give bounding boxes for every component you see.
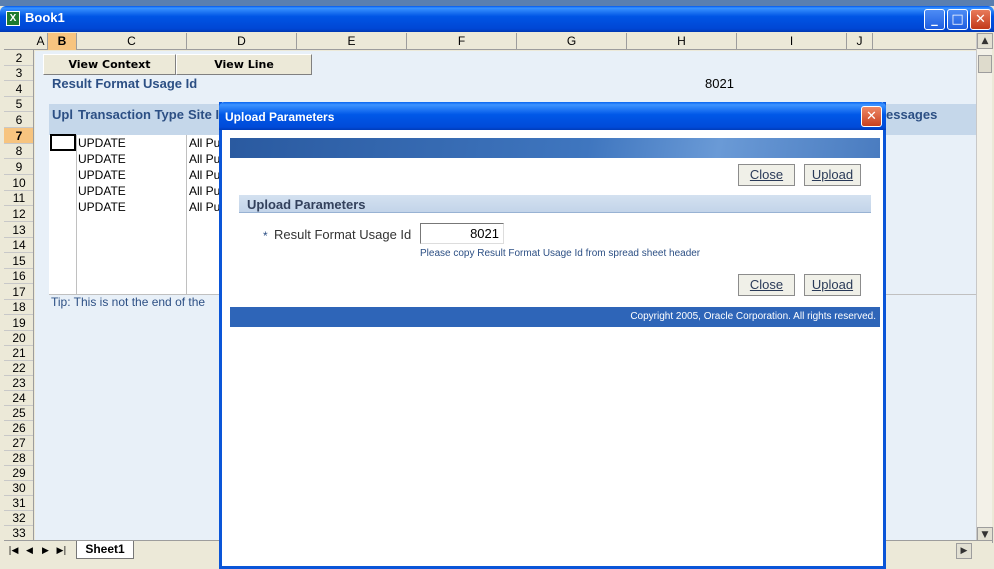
row-header-24[interactable]: 24 <box>4 391 33 406</box>
transaction-cell[interactable]: UPDATE <box>78 136 126 150</box>
row-header-29[interactable]: 29 <box>4 466 33 481</box>
transaction-cell[interactable]: UPDATE <box>78 168 126 182</box>
oracle-banner <box>230 138 880 158</box>
tip-text: Tip: This is not the end of the <box>51 295 206 309</box>
first-sheet-icon[interactable]: |◀ <box>8 545 19 557</box>
column-header-h[interactable]: H <box>627 33 737 50</box>
column-header-c[interactable]: C <box>77 33 187 50</box>
site-cell[interactable]: All Pu <box>189 136 220 150</box>
column-header-e[interactable]: E <box>297 33 407 50</box>
result-format-label: Result Format Usage Id <box>52 76 198 91</box>
window-title: Book1 <box>25 10 65 25</box>
scroll-thumb[interactable] <box>978 55 992 73</box>
upload-button-bottom[interactable]: Upload <box>804 274 861 296</box>
section-header: Upload Parameters <box>239 195 871 213</box>
transaction-type-header: Transaction Type <box>78 107 184 122</box>
row-header-20[interactable]: 20 <box>4 331 33 346</box>
site-cell[interactable]: All Pu <box>189 200 220 214</box>
site-header: Site I <box>188 107 220 122</box>
row-header-11[interactable]: 11 <box>4 191 33 206</box>
minimize-button[interactable]: _ <box>924 9 945 30</box>
close-window-button[interactable]: ✕ <box>970 9 991 30</box>
upl-header: Upl <box>52 107 73 122</box>
row-header-25[interactable]: 25 <box>4 406 33 421</box>
view-context-button[interactable]: View Context <box>43 54 176 75</box>
row-header-22[interactable]: 22 <box>4 361 33 376</box>
grid-line <box>76 135 77 295</box>
last-sheet-icon[interactable]: ▶| <box>56 545 67 557</box>
row-header-23[interactable]: 23 <box>4 376 33 391</box>
row-header-16[interactable]: 16 <box>4 269 33 284</box>
view-line-button[interactable]: View Line <box>176 54 312 75</box>
row-header-21[interactable]: 21 <box>4 346 33 361</box>
row-header-4[interactable]: 4 <box>4 81 33 97</box>
close-button-bottom[interactable]: Close <box>738 274 795 296</box>
transaction-cell[interactable]: UPDATE <box>78 152 126 166</box>
site-cell[interactable]: All Pu <box>189 184 220 198</box>
active-cell-b7[interactable] <box>50 134 76 151</box>
transaction-cell[interactable]: UPDATE <box>78 200 126 214</box>
row-header-6[interactable]: 6 <box>4 112 33 128</box>
tab-sheet1[interactable]: Sheet1 <box>76 541 134 559</box>
row-header-28[interactable]: 28 <box>4 451 33 466</box>
result-format-value[interactable]: 8021 <box>705 76 734 91</box>
required-icon: * <box>263 229 268 243</box>
field-hint: Please copy Result Format Usage Id from … <box>420 248 701 259</box>
row-header-7[interactable]: 7 <box>4 128 33 144</box>
row-header-10[interactable]: 10 <box>4 175 33 191</box>
title-bar[interactable]: X Book1 _ □ ✕ <box>0 6 994 32</box>
column-header-f[interactable]: F <box>407 33 517 50</box>
site-cell[interactable]: All Pu <box>189 168 220 182</box>
dialog-close-icon[interactable]: ✕ <box>861 106 882 127</box>
site-cell[interactable]: All Pu <box>189 152 220 166</box>
row-header-14[interactable]: 14 <box>4 238 33 253</box>
column-header-a[interactable]: A <box>34 33 48 50</box>
copyright-text: Copyright 2005, Oracle Corporation. All … <box>630 311 876 322</box>
excel-icon: X <box>6 11 20 26</box>
dialog-title: Upload Parameters <box>225 110 335 124</box>
column-header-g[interactable]: G <box>517 33 627 50</box>
row-header-27[interactable]: 27 <box>4 436 33 451</box>
next-sheet-icon[interactable]: ▶ <box>40 545 51 557</box>
field-label: Result Format Usage Id <box>274 227 412 242</box>
messages-header: essages <box>886 107 938 122</box>
row-header-13[interactable]: 13 <box>4 222 33 238</box>
row-header-15[interactable]: 15 <box>4 253 33 269</box>
section-title: Upload Parameters <box>247 197 366 212</box>
row-header-30[interactable]: 30 <box>4 481 33 496</box>
column-header-d[interactable]: D <box>187 33 297 50</box>
transaction-cell[interactable]: UPDATE <box>78 184 126 198</box>
upload-button-top[interactable]: Upload <box>804 164 861 186</box>
scroll-up-icon[interactable]: ▲ <box>977 33 993 49</box>
row-header-12[interactable]: 12 <box>4 206 33 222</box>
prev-sheet-icon[interactable]: ◀ <box>24 545 35 557</box>
column-header-j[interactable]: J <box>847 33 873 50</box>
grid-line <box>186 135 187 295</box>
row-header-19[interactable]: 19 <box>4 315 33 331</box>
row-header-33[interactable]: 33 <box>4 526 33 540</box>
column-header-i[interactable]: I <box>737 33 847 50</box>
close-button-top[interactable]: Close <box>738 164 795 186</box>
row-header-3[interactable]: 3 <box>4 66 33 81</box>
dialog-title-bar[interactable]: Upload Parameters ✕ <box>219 102 886 130</box>
footer-bar: Copyright 2005, Oracle Corporation. All … <box>230 307 880 327</box>
row-header-2[interactable]: 2 <box>4 50 33 66</box>
result-format-usage-id-input[interactable]: 8021 <box>420 223 504 244</box>
row-header-26[interactable]: 26 <box>4 421 33 436</box>
row-header: 2 3 4 5 6 7 8 9 10 11 12 13 14 15 16 17 18 19 20 21 22 23 24 25… <box>4 50 34 540</box>
row-header-18[interactable]: 18 <box>4 300 33 315</box>
maximize-button[interactable]: □ <box>947 9 968 30</box>
column-header: A B C D E F G H I J <box>4 33 976 50</box>
vertical-scrollbar[interactable]: ▲ ▼ <box>976 33 993 543</box>
row-header-17[interactable]: 17 <box>4 284 33 300</box>
row-header-31[interactable]: 31 <box>4 496 33 511</box>
row-header-8[interactable]: 8 <box>4 144 33 159</box>
upload-parameters-dialog: Close Upload Upload Parameters * Result … <box>219 102 886 569</box>
row-header-32[interactable]: 32 <box>4 511 33 526</box>
scroll-right-icon[interactable]: ▶ <box>956 543 972 559</box>
row-header-9[interactable]: 9 <box>4 159 33 175</box>
column-header-b[interactable]: B <box>48 33 77 50</box>
row-header-5[interactable]: 5 <box>4 97 33 112</box>
